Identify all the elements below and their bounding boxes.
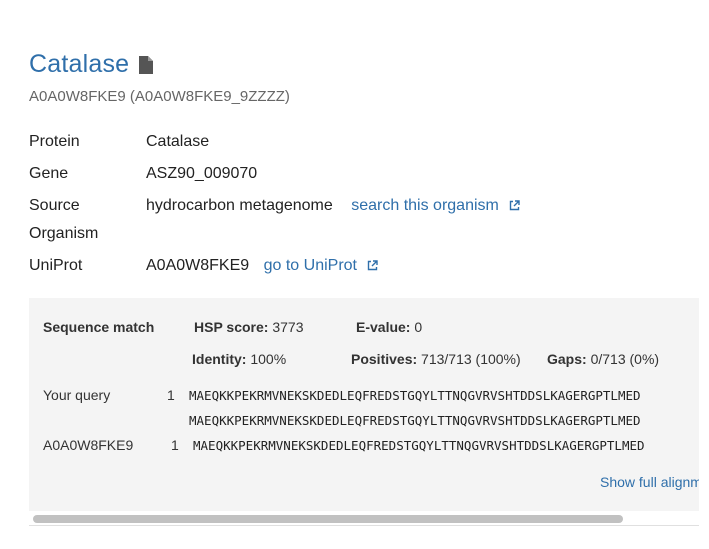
go-to-uniprot-link-label: go to UniProt	[263, 257, 357, 274]
positives-value: 713/713 (100%)	[421, 351, 521, 367]
source-label-line1: Source	[29, 197, 80, 214]
gene-label: Gene	[29, 165, 69, 182]
subject-start: 1	[171, 437, 179, 453]
accession-subtitle: A0A0W8FKE9 (A0A0W8FKE9_9ZZZZ)	[29, 88, 290, 105]
alignment-midline: MAEQKKPEKRMVNEKSKDEDLEQFREDSTGQYLTTNQGVR…	[189, 413, 641, 428]
hsp-score-label: HSP score:	[194, 319, 269, 335]
subject-sequence: MAEQKKPEKRMVNEKSKDEDLEQFREDSTGQYLTTNQGVR…	[193, 438, 645, 453]
horizontal-scrollbar[interactable]	[29, 512, 699, 526]
protein-title[interactable]: Catalase	[29, 50, 129, 79]
e-value-label: E-value:	[356, 319, 411, 335]
external-link-icon	[509, 193, 521, 211]
uniprot-value: A0A0W8FKE9	[146, 257, 250, 274]
sequence-match-label: Sequence match	[43, 319, 155, 335]
positives: Positives: 713/713 (100%)	[351, 351, 521, 367]
source-label: Source Organism	[29, 192, 98, 248]
e-value-value: 0	[414, 319, 423, 335]
e-value: E-value: 0	[356, 319, 422, 335]
identity-value: 100%	[250, 351, 287, 367]
hsp-score: HSP score: 3773	[194, 319, 304, 335]
protein-value: Catalase	[146, 133, 210, 150]
title-row: Catalase	[29, 50, 154, 79]
gaps-value: 0/713 (0%)	[590, 351, 660, 367]
source-value-row: hydrocarbon metagenome search this organ…	[146, 192, 521, 220]
query-start: 1	[167, 387, 175, 403]
protein-label: Protein	[29, 133, 80, 150]
query-sequence: MAEQKKPEKRMVNEKSKDEDLEQFREDSTGQYLTTNQGVR…	[189, 388, 641, 403]
identity: Identity: 100%	[192, 351, 286, 367]
gaps: Gaps: 0/713 (0%)	[547, 351, 659, 367]
identity-label: Identity:	[192, 351, 247, 367]
query-label: Your query	[43, 387, 111, 403]
hsp-score-value: 3773	[272, 319, 304, 335]
sequence-match-panel: Sequence match HSP score: 3773 E-value: …	[29, 298, 699, 511]
gaps-label: Gaps:	[547, 351, 587, 367]
source-value: hydrocarbon metagenome	[146, 197, 333, 214]
document-icon[interactable]	[139, 55, 154, 74]
external-link-icon	[367, 253, 379, 271]
gene-value: ASZ90_009070	[146, 165, 258, 182]
subject-label: A0A0W8FKE9	[43, 437, 134, 453]
uniprot-value-row: A0A0W8FKE9 go to UniProt	[146, 252, 379, 280]
scrollbar-thumb[interactable]	[33, 515, 623, 523]
source-label-line2: Organism	[29, 225, 99, 242]
uniprot-label: UniProt	[29, 257, 83, 274]
positives-label: Positives:	[351, 351, 418, 367]
go-to-uniprot-link[interactable]: go to UniProt	[264, 257, 379, 274]
search-organism-link-label: search this organism	[351, 197, 499, 214]
show-full-alignment-link[interactable]: Show full alignm	[600, 474, 699, 490]
search-organism-link[interactable]: search this organism	[351, 197, 521, 214]
